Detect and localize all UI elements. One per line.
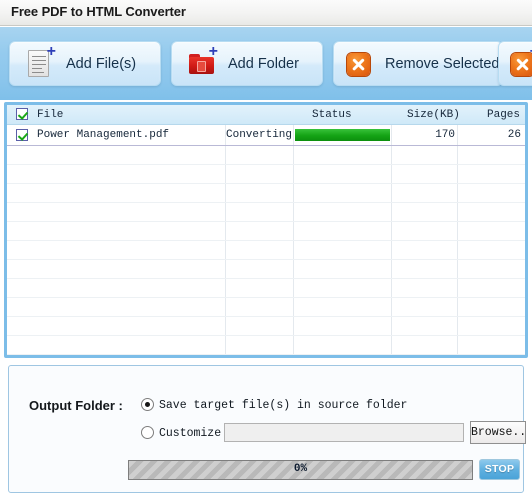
folder-plus-icon: +	[186, 43, 220, 81]
radio-save-in-source-label[interactable]: Save target file(s) in source folder	[159, 399, 407, 412]
remove-all-button[interactable]: +	[498, 41, 532, 86]
title-bar: Free PDF to HTML Converter	[0, 0, 532, 26]
cell-file: Power Management.pdf	[37, 129, 170, 141]
document-plus-icon: +	[24, 43, 58, 81]
toolbar: + Add File(s) + Add Folder Remove Select…	[0, 27, 532, 100]
output-folder-label: Output Folder :	[29, 398, 123, 413]
add-folder-label: Add Folder	[228, 55, 299, 72]
add-folder-button[interactable]: + Add Folder	[171, 41, 323, 86]
cell-pages: 26	[507, 129, 521, 141]
remove-selected-label: Remove Selected	[385, 55, 500, 72]
cell-size: 170	[435, 129, 455, 141]
select-all-checkbox[interactable]	[16, 108, 28, 120]
row-separator	[7, 145, 525, 146]
add-files-button[interactable]: + Add File(s)	[9, 41, 161, 86]
column-header-size[interactable]: Size(KB)	[407, 107, 460, 123]
row-checkbox[interactable]	[16, 129, 28, 141]
row-progress-bar	[295, 129, 390, 141]
remove-selected-button[interactable]: Remove Selected	[333, 41, 503, 86]
add-files-label: Add File(s)	[66, 55, 137, 72]
output-path-input[interactable]	[224, 423, 464, 442]
remove-all-x-icon: +	[507, 43, 532, 81]
window-title: Free PDF to HTML Converter	[11, 4, 186, 19]
column-header-file[interactable]: File	[37, 107, 63, 123]
column-header-status[interactable]: Status	[312, 107, 352, 123]
table-row[interactable]: Power Management.pdf Converting 170 26	[7, 126, 525, 145]
file-list-grid	[7, 125, 525, 355]
column-header-pages[interactable]: Pages	[487, 107, 520, 123]
remove-x-icon	[343, 47, 377, 81]
overall-progress-bar: 0%	[128, 460, 473, 480]
file-list-header: File Status Size(KB) Pages	[7, 105, 525, 125]
overall-progress-label: 0%	[293, 463, 308, 475]
radio-customize[interactable]	[141, 426, 154, 439]
radio-customize-label[interactable]: Customize	[159, 427, 221, 440]
radio-save-in-source[interactable]	[141, 398, 154, 411]
stop-button[interactable]: STOP	[479, 459, 520, 480]
file-list-panel: File Status Size(KB) Pages Power Managem…	[4, 102, 528, 358]
browse-button[interactable]: Browse..	[470, 421, 526, 444]
